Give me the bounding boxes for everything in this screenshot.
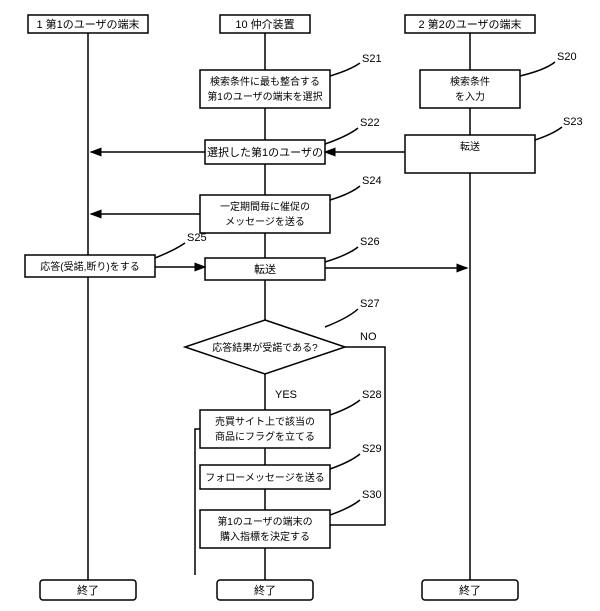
svg-text:転送: 転送 bbox=[460, 140, 480, 153]
svg-text:応答(受諾,断り)をする: 応答(受諾,断り)をする bbox=[40, 260, 139, 273]
svg-text:選択した第1のユーザの: 選択した第1のユーザの bbox=[207, 145, 323, 159]
svg-text:S21: S21 bbox=[362, 53, 382, 65]
svg-text:NO: NO bbox=[360, 331, 377, 343]
svg-text:第1のユーザの端末を選択: 第1のユーザの端末を選択 bbox=[207, 90, 322, 103]
node-s22 bbox=[405, 135, 535, 173]
svg-text:売買サイト上で該当の: 売買サイト上で該当の bbox=[215, 415, 315, 428]
lane-header-2-label: 10 仲介装置 bbox=[235, 17, 294, 31]
svg-text:S25: S25 bbox=[187, 232, 207, 244]
svg-text:YES: YES bbox=[275, 389, 297, 401]
svg-text:終了: 終了 bbox=[77, 583, 99, 597]
svg-text:S30: S30 bbox=[362, 489, 382, 501]
svg-text:S22: S22 bbox=[360, 117, 380, 129]
svg-text:S27: S27 bbox=[360, 298, 380, 310]
svg-text:S23: S23 bbox=[563, 116, 583, 128]
svg-text:転送: 転送 bbox=[254, 262, 276, 276]
svg-text:終了: 終了 bbox=[459, 583, 481, 597]
svg-text:を入力: を入力 bbox=[455, 90, 485, 103]
svg-text:S28: S28 bbox=[362, 389, 382, 401]
svg-text:終了: 終了 bbox=[254, 583, 276, 597]
svg-text:一定期間毎に催促の: 一定期間毎に催促の bbox=[220, 200, 310, 213]
svg-text:S20: S20 bbox=[557, 51, 577, 63]
svg-text:検索条件に最も整合する: 検索条件に最も整合する bbox=[210, 75, 320, 88]
svg-text:メッセージを送る: メッセージを送る bbox=[225, 215, 305, 228]
svg-text:商品にフラグを立てる: 商品にフラグを立てる bbox=[215, 430, 315, 443]
svg-text:フォローメッセージを送る: フォローメッセージを送る bbox=[205, 471, 324, 484]
lane-header-1-label: 1 第1のユーザの端末 bbox=[36, 17, 139, 31]
svg-text:購入指標を決定する: 購入指標を決定する bbox=[220, 530, 310, 543]
svg-text:第1のユーザの端末の: 第1のユーザの端末の bbox=[217, 515, 312, 528]
flowchart: 1 第1のユーザの端末 10 仲介装置 2 第2のユーザの端末 検索条件に最も整… bbox=[0, 0, 600, 611]
svg-text:S24: S24 bbox=[362, 175, 382, 187]
svg-text:応答結果が受諾である?: 応答結果が受諾である? bbox=[212, 341, 318, 354]
svg-text:S29: S29 bbox=[362, 443, 382, 455]
svg-text:検索条件: 検索条件 bbox=[450, 75, 490, 88]
svg-text:S26: S26 bbox=[360, 236, 380, 248]
lane-header-3-label: 2 第2のユーザの端末 bbox=[418, 17, 521, 31]
